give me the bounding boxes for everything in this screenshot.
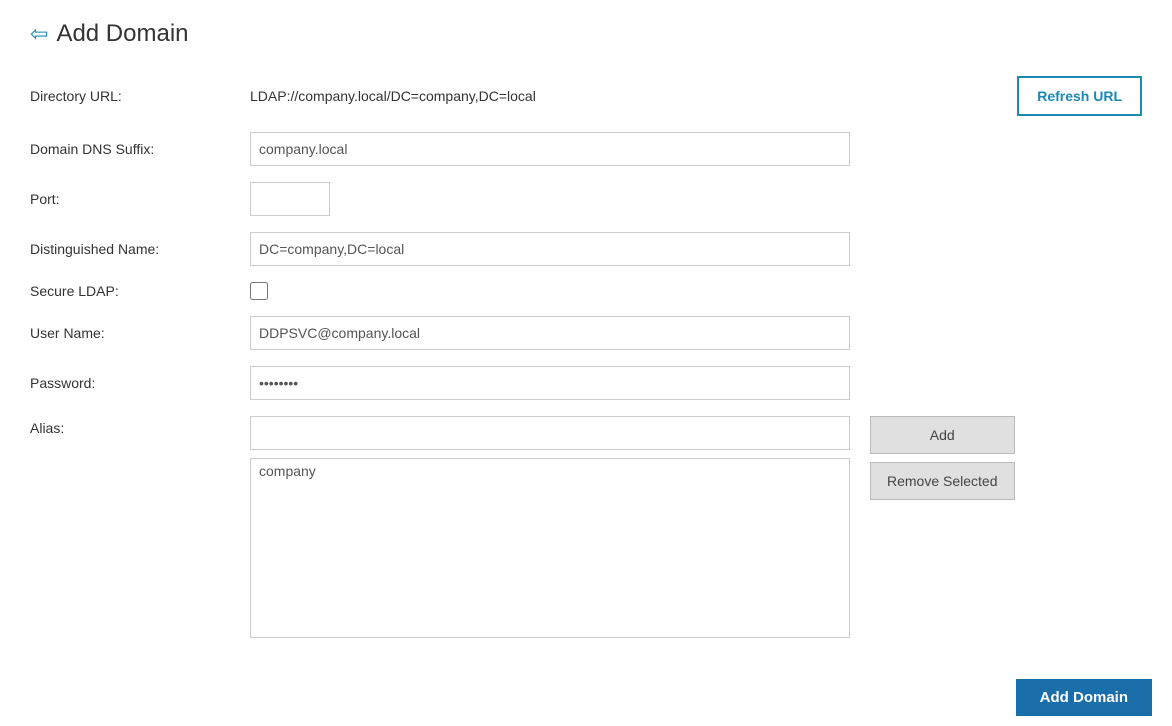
secure-ldap-row: Secure LDAP:: [30, 282, 1142, 300]
domain-dns-suffix-label: Domain DNS Suffix:: [30, 141, 250, 157]
distinguished-name-input[interactable]: [250, 232, 850, 266]
alias-input[interactable]: [250, 416, 850, 450]
add-domain-footer: Add Domain: [996, 669, 1172, 726]
domain-dns-suffix-row: Domain DNS Suffix:: [30, 132, 1142, 166]
directory-url-row: Directory URL: LDAP://company.local/DC=c…: [30, 76, 1142, 116]
alias-section: Alias: company Add Remove Selected: [30, 416, 1142, 638]
domain-dns-suffix-input[interactable]: [250, 132, 850, 166]
alias-list[interactable]: company: [250, 458, 850, 638]
user-name-label: User Name:: [30, 325, 250, 341]
port-label: Port:: [30, 191, 250, 207]
user-name-row: User Name:: [30, 316, 1142, 350]
port-row: Port:: [30, 182, 1142, 216]
secure-ldap-label: Secure LDAP:: [30, 283, 250, 299]
add-domain-button[interactable]: Add Domain: [1016, 679, 1152, 716]
password-row: Password:: [30, 366, 1142, 400]
add-alias-button[interactable]: Add: [870, 416, 1015, 454]
password-label: Password:: [30, 375, 250, 391]
alias-label: Alias:: [30, 416, 250, 436]
back-icon[interactable]: ⇦: [30, 21, 48, 47]
distinguished-name-label: Distinguished Name:: [30, 241, 250, 257]
refresh-url-button[interactable]: Refresh URL: [1017, 76, 1142, 116]
directory-url-label: Directory URL:: [30, 88, 250, 104]
distinguished-name-row: Distinguished Name:: [30, 232, 1142, 266]
secure-ldap-checkbox[interactable]: [250, 282, 268, 300]
password-input[interactable]: [250, 366, 850, 400]
user-name-input[interactable]: [250, 316, 850, 350]
directory-url-value: LDAP://company.local/DC=company,DC=local: [250, 79, 536, 113]
port-input[interactable]: [250, 182, 330, 216]
page-title: Add Domain: [56, 20, 188, 48]
remove-selected-button[interactable]: Remove Selected: [870, 462, 1015, 500]
